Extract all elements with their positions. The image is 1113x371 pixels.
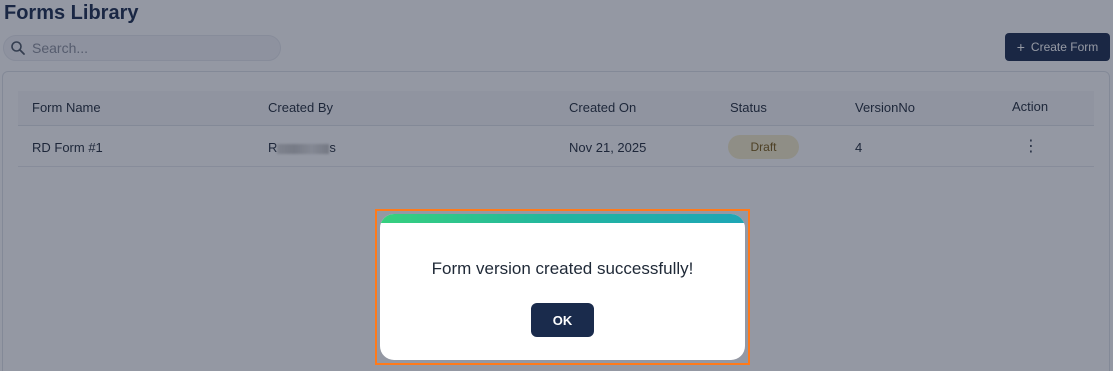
- modal-message: Form version created successfully!: [431, 259, 694, 278]
- modal-accent-bar: [380, 214, 745, 223]
- ok-button[interactable]: OK: [531, 303, 594, 337]
- success-modal: Form version created successfully! OK: [380, 214, 745, 360]
